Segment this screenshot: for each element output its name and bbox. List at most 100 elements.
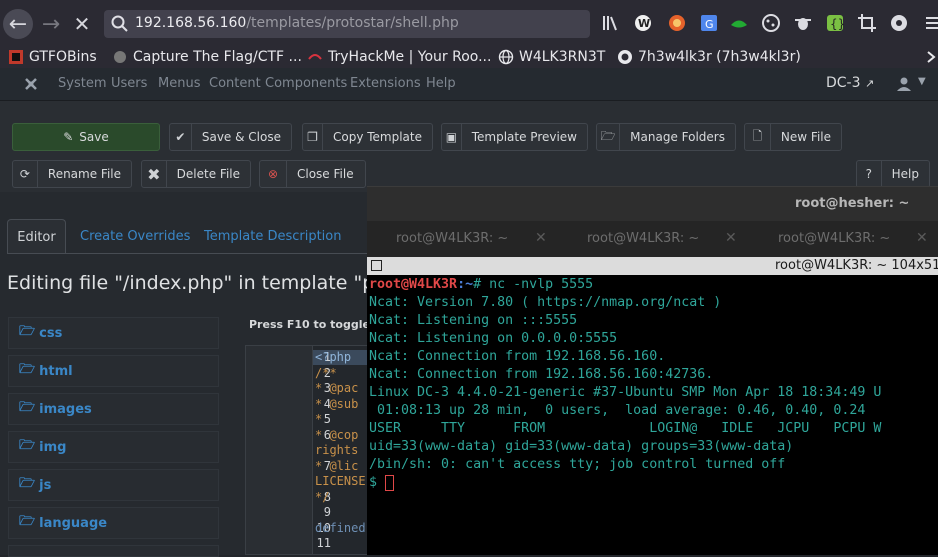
close-tab-icon[interactable]: ✕ [916, 230, 928, 246]
terminal-line: Ncat: Connection from 192.168.56.160. [369, 349, 666, 364]
bookmark-ctf[interactable]: Capture The Flag/CTF ... [112, 47, 302, 67]
crop-icon[interactable] [856, 12, 878, 34]
joomla-toolbar: ✎ Save ✔ Save & Close ❐ Copy Template ▣ … [0, 101, 938, 192]
terminal-line: USER TTY FROM LOGIN@ IDLE JCPU PCPU W [369, 421, 882, 436]
folder-icon: 🗁 [19, 362, 36, 377]
menu-extensions[interactable]: Extensions [350, 76, 421, 91]
folder-more[interactable] [8, 545, 219, 557]
save-close-button[interactable]: ✔ Save & Close [169, 123, 292, 151]
close-file-button[interactable]: ⊗ Close File [259, 160, 366, 188]
copy-template-button[interactable]: ❐ Copy Template [302, 123, 433, 151]
bookmark-tryhackme[interactable]: TryHackMe | Your Roo... [307, 47, 491, 67]
menu-components[interactable]: Components [265, 76, 347, 91]
file-icon: 🗋 [745, 124, 771, 150]
site-name-link[interactable]: DC-3 ↗ [826, 75, 874, 91]
forward-button[interactable]: → [36, 9, 66, 39]
template-preview-label: Template Preview [471, 130, 577, 144]
menu-help[interactable]: Help [426, 76, 456, 91]
bookmark-gtfobins[interactable]: GTFOBins [8, 47, 97, 67]
bookmark-github[interactable]: 7h3w4lk3r (7h3w4kl3r) [617, 47, 801, 67]
terminal-output[interactable]: root@W4LK3R:~# nc -nvlp 5555 Ncat: Versi… [367, 277, 938, 555]
overflow-chevron-icon[interactable] [926, 48, 938, 66]
code-editor[interactable]: 1 <?php 2/** 3 * @pac 4 * @sub 5 * 6 * @cop rig… [245, 345, 367, 555]
prompt-dir: :~ [457, 277, 474, 292]
terminal-tab-2[interactable]: root@W4LK3R: ~ [587, 231, 699, 246]
joomla-logo-icon[interactable] [22, 75, 40, 93]
code-line: * [315, 412, 323, 426]
close-file-label: Close File [297, 167, 354, 181]
external-link-icon: ↗ [864, 77, 875, 90]
code-line: rights [315, 443, 359, 457]
line-gutter [246, 346, 313, 554]
folder-label: img [39, 439, 67, 455]
translate-icon[interactable]: G [698, 12, 720, 34]
hackbar-icon[interactable] [888, 12, 910, 34]
tab-create-overrides[interactable]: Create Overrides [80, 219, 190, 253]
bookmark-w4lk3rn3t[interactable]: W4LK3RN3T [498, 47, 605, 67]
code-line: defined [315, 520, 366, 535]
rename-file-button[interactable]: ⟳ Rename File [12, 160, 132, 188]
folder-js[interactable]: 🗁 js [8, 469, 219, 501]
json-extension-icon[interactable]: {} [824, 12, 846, 34]
github-icon [618, 50, 632, 64]
url-bar[interactable]: 192.168.56.160/templates/protostar/shell… [104, 10, 590, 38]
tab-template-description[interactable]: Template Description [204, 219, 342, 253]
menu-menus[interactable]: Menus [158, 76, 200, 91]
folder-open-icon: 🗁 [597, 124, 621, 150]
pane-split-icon[interactable] [371, 260, 382, 271]
folder-images[interactable]: 🗁 images [8, 393, 219, 425]
foxyproxy-icon[interactable] [666, 12, 688, 34]
folder-icon: 🗁 [19, 476, 36, 491]
extension-green-icon[interactable] [728, 12, 750, 34]
bookmark-label: GTFOBins [29, 49, 97, 65]
terminal-line: Ncat: Connection from 192.168.56.160:427… [369, 367, 714, 382]
folder-icon: 🗁 [19, 514, 36, 529]
tabs-divider [7, 253, 367, 254]
menu-users[interactable]: Users [111, 76, 147, 91]
terminal-tab-1[interactable]: root@W4LK3R: ~ [396, 231, 508, 246]
terminal-window-title: root@hesher: ~ [795, 196, 910, 211]
bookmark-label: TryHackMe | Your Roo... [328, 49, 492, 65]
svg-text:G: G [705, 18, 714, 31]
save-button[interactable]: ✎ Save [12, 123, 160, 151]
menu-icon[interactable] [920, 12, 938, 34]
tab-label: Create Overrides [80, 228, 191, 244]
manage-folders-button[interactable]: 🗁 Manage Folders [596, 123, 736, 151]
wappalyzer-icon[interactable]: W [632, 12, 654, 34]
new-file-button[interactable]: 🗋 New File [744, 123, 842, 151]
bookmark-label: Capture The Flag/CTF ... [133, 49, 302, 65]
terminal-tab-3[interactable]: root@W4LK3R: ~ [778, 231, 890, 246]
folder-html[interactable]: 🗁 html [8, 355, 219, 387]
close-tab-icon[interactable]: ✕ [725, 230, 737, 246]
delete-icon: ✖ [142, 161, 167, 187]
folder-language[interactable]: 🗁 language [8, 507, 219, 539]
bug-icon[interactable] [792, 12, 814, 34]
folder-label: images [39, 401, 92, 417]
menu-system[interactable]: System [58, 76, 106, 91]
prompt-command: # nc -nvlp 5555 [473, 277, 594, 292]
back-button[interactable]: ← [3, 9, 33, 39]
cookie-icon[interactable] [760, 12, 782, 34]
tryhackme-icon [308, 54, 322, 60]
user-icon[interactable] [896, 76, 912, 92]
terminal-titlebar[interactable]: root@hesher: ~ [367, 186, 938, 222]
gtfobins-icon [9, 50, 23, 64]
delete-file-button[interactable]: ✖ Delete File [141, 160, 251, 188]
user-caret-icon[interactable]: ▼ [918, 76, 926, 87]
template-preview-button[interactable]: ▣ Template Preview [441, 123, 588, 151]
menu-content[interactable]: Content [209, 76, 261, 91]
stop-loading-button[interactable]: ✕ [67, 9, 97, 39]
code-line: */ [315, 489, 330, 504]
new-file-label: New File [780, 130, 831, 144]
tab-editor[interactable]: Editor [7, 219, 66, 254]
help-button[interactable]: ? Help [856, 160, 930, 188]
library-icon[interactable] [600, 12, 622, 34]
folder-img[interactable]: 🗁 img [8, 431, 219, 463]
folder-css[interactable]: 🗁 css [8, 317, 219, 349]
close-tab-icon[interactable]: ✕ [535, 230, 547, 246]
code-line: * @sub [315, 396, 359, 411]
url-text[interactable]: 192.168.56.160/templates/protostar/shell… [135, 15, 459, 31]
bookmark-label: 7h3w4lk3r (7h3w4kl3r) [638, 49, 801, 65]
bookmark-label: W4LK3RN3T [519, 49, 606, 65]
url-path: /templates/protostar/shell.php [246, 15, 459, 31]
